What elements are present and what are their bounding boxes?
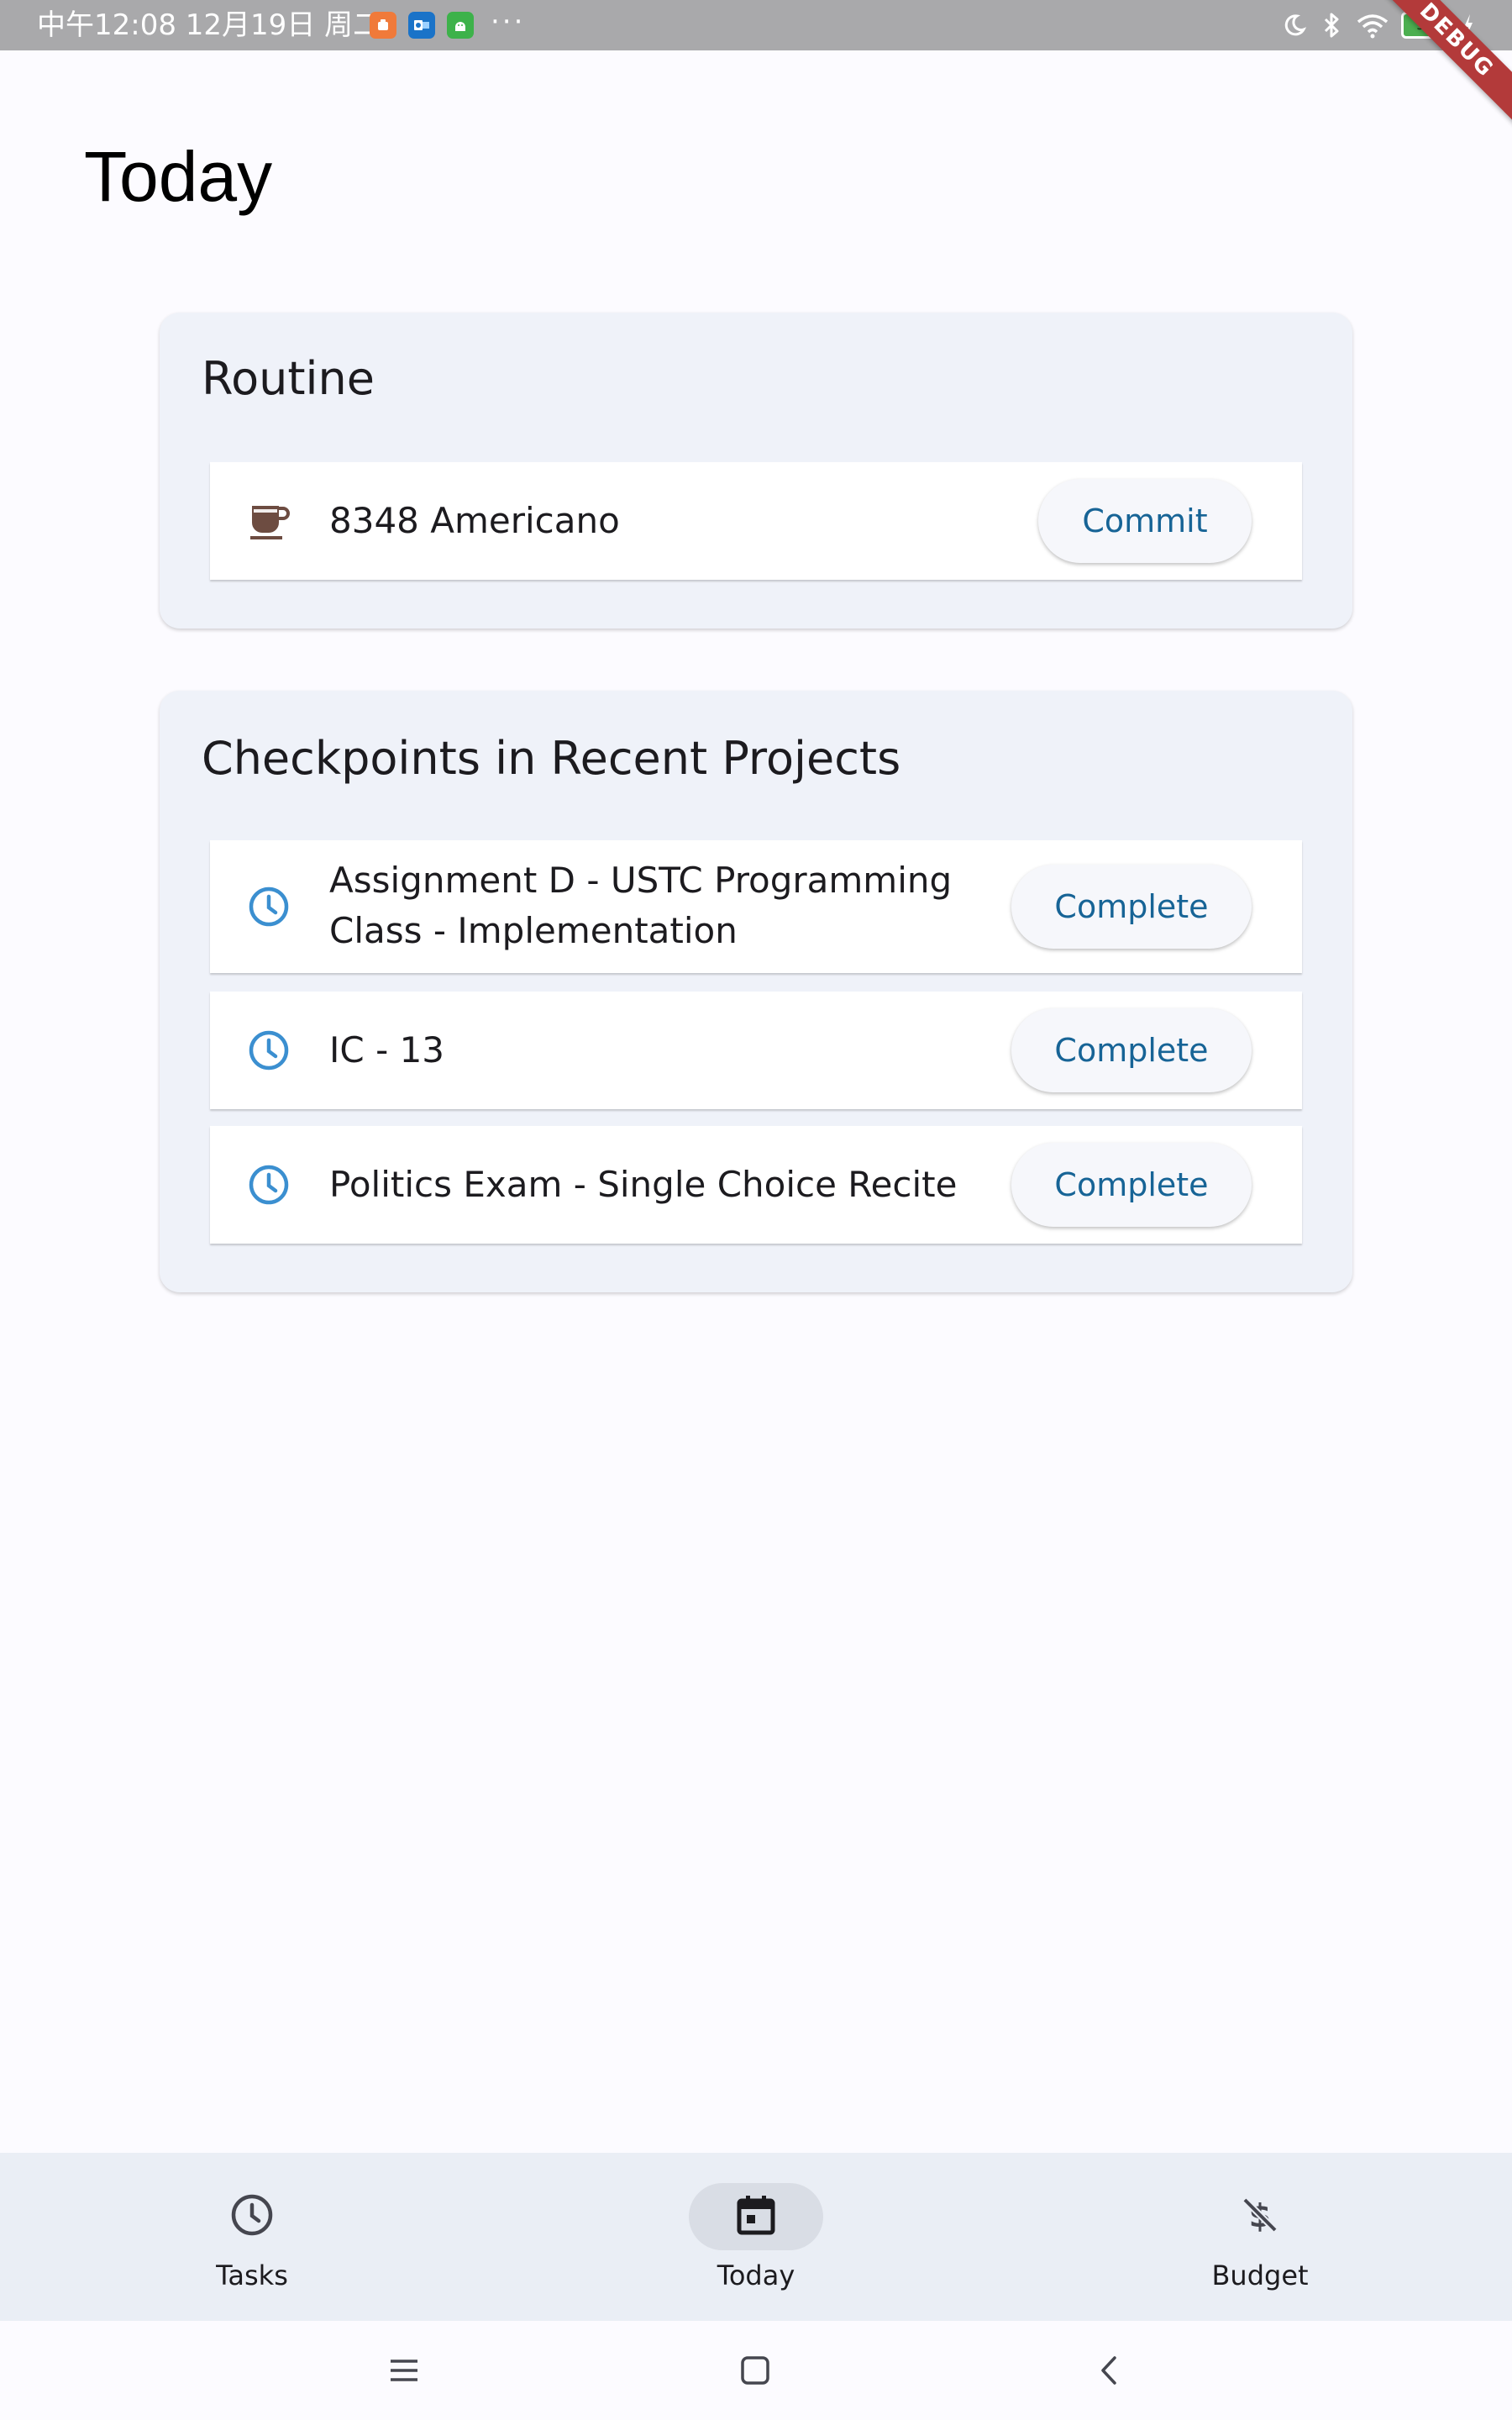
checkpoints-title: Checkpoints in Recent Projects [202,732,901,785]
nav-budget-label: Budget [1211,2260,1309,2291]
nav-budget[interactable]: $ Budget [1134,2153,1386,2321]
system-navigation-bar [0,2321,1512,2420]
coffee-cup-icon [247,499,291,543]
routine-title: Routine [202,352,375,405]
nav-today-label: Today [717,2260,795,2291]
commit-button[interactable]: Commit [1038,479,1252,563]
checkpoint-item: Assignment D - USTC Programming Class - … [210,840,1302,973]
clock-icon [247,1163,291,1207]
nav-today[interactable]: Today [630,2153,882,2321]
app-notification-icon [370,12,396,39]
page-title: Today [84,137,273,216]
nav-tasks[interactable]: Tasks [126,2153,378,2321]
checkpoint-item-label: IC - 13 [329,1029,445,1071]
clock-icon [229,2192,275,2241]
back-icon[interactable] [1080,2341,1139,2400]
nav-tasks-indicator [185,2183,319,2250]
clock-icon [247,1028,291,1072]
clock-icon [247,885,291,929]
nav-tasks-label: Tasks [216,2260,288,2291]
status-time: 中午12:08 12月19日 周二 [37,8,382,42]
home-icon[interactable] [726,2341,785,2400]
bottom-navigation: Tasks Today $ [0,2153,1512,2321]
checkpoint-item-label: Assignment D - USTC Programming Class - … [329,860,953,951]
more-notifications-icon: ··· [491,5,526,39]
checkpoint-item: IC - 13 Complete [210,992,1302,1109]
wifi-icon [1356,12,1389,39]
complete-button[interactable]: Complete [1011,1143,1252,1227]
routine-card: Routine 8348 Americano Commit [160,313,1352,629]
complete-button[interactable]: Complete [1011,865,1252,949]
nav-budget-indicator: $ [1193,2183,1327,2250]
routine-item: 8348 Americano Commit [210,462,1302,580]
moon-icon [1282,13,1307,38]
checkpoint-item: Politics Exam - Single Choice Recite Com… [210,1126,1302,1244]
complete-button[interactable]: Complete [1011,1008,1252,1092]
android-icon [447,12,474,39]
checkpoint-item-label: Politics Exam - Single Choice Recite [329,1164,958,1205]
money-off-icon: $ [1237,2192,1283,2241]
calendar-icon [733,2192,779,2241]
status-bar: 中午12:08 12月19日 周二 ··· 93 [0,0,1512,50]
outlook-icon [408,12,435,39]
checkpoints-card: Checkpoints in Recent Projects Assignmen… [160,691,1352,1292]
routine-item-label: 8348 Americano [329,500,620,541]
menu-icon[interactable] [375,2341,433,2400]
nav-today-indicator [689,2183,823,2250]
bluetooth-icon [1319,11,1344,39]
